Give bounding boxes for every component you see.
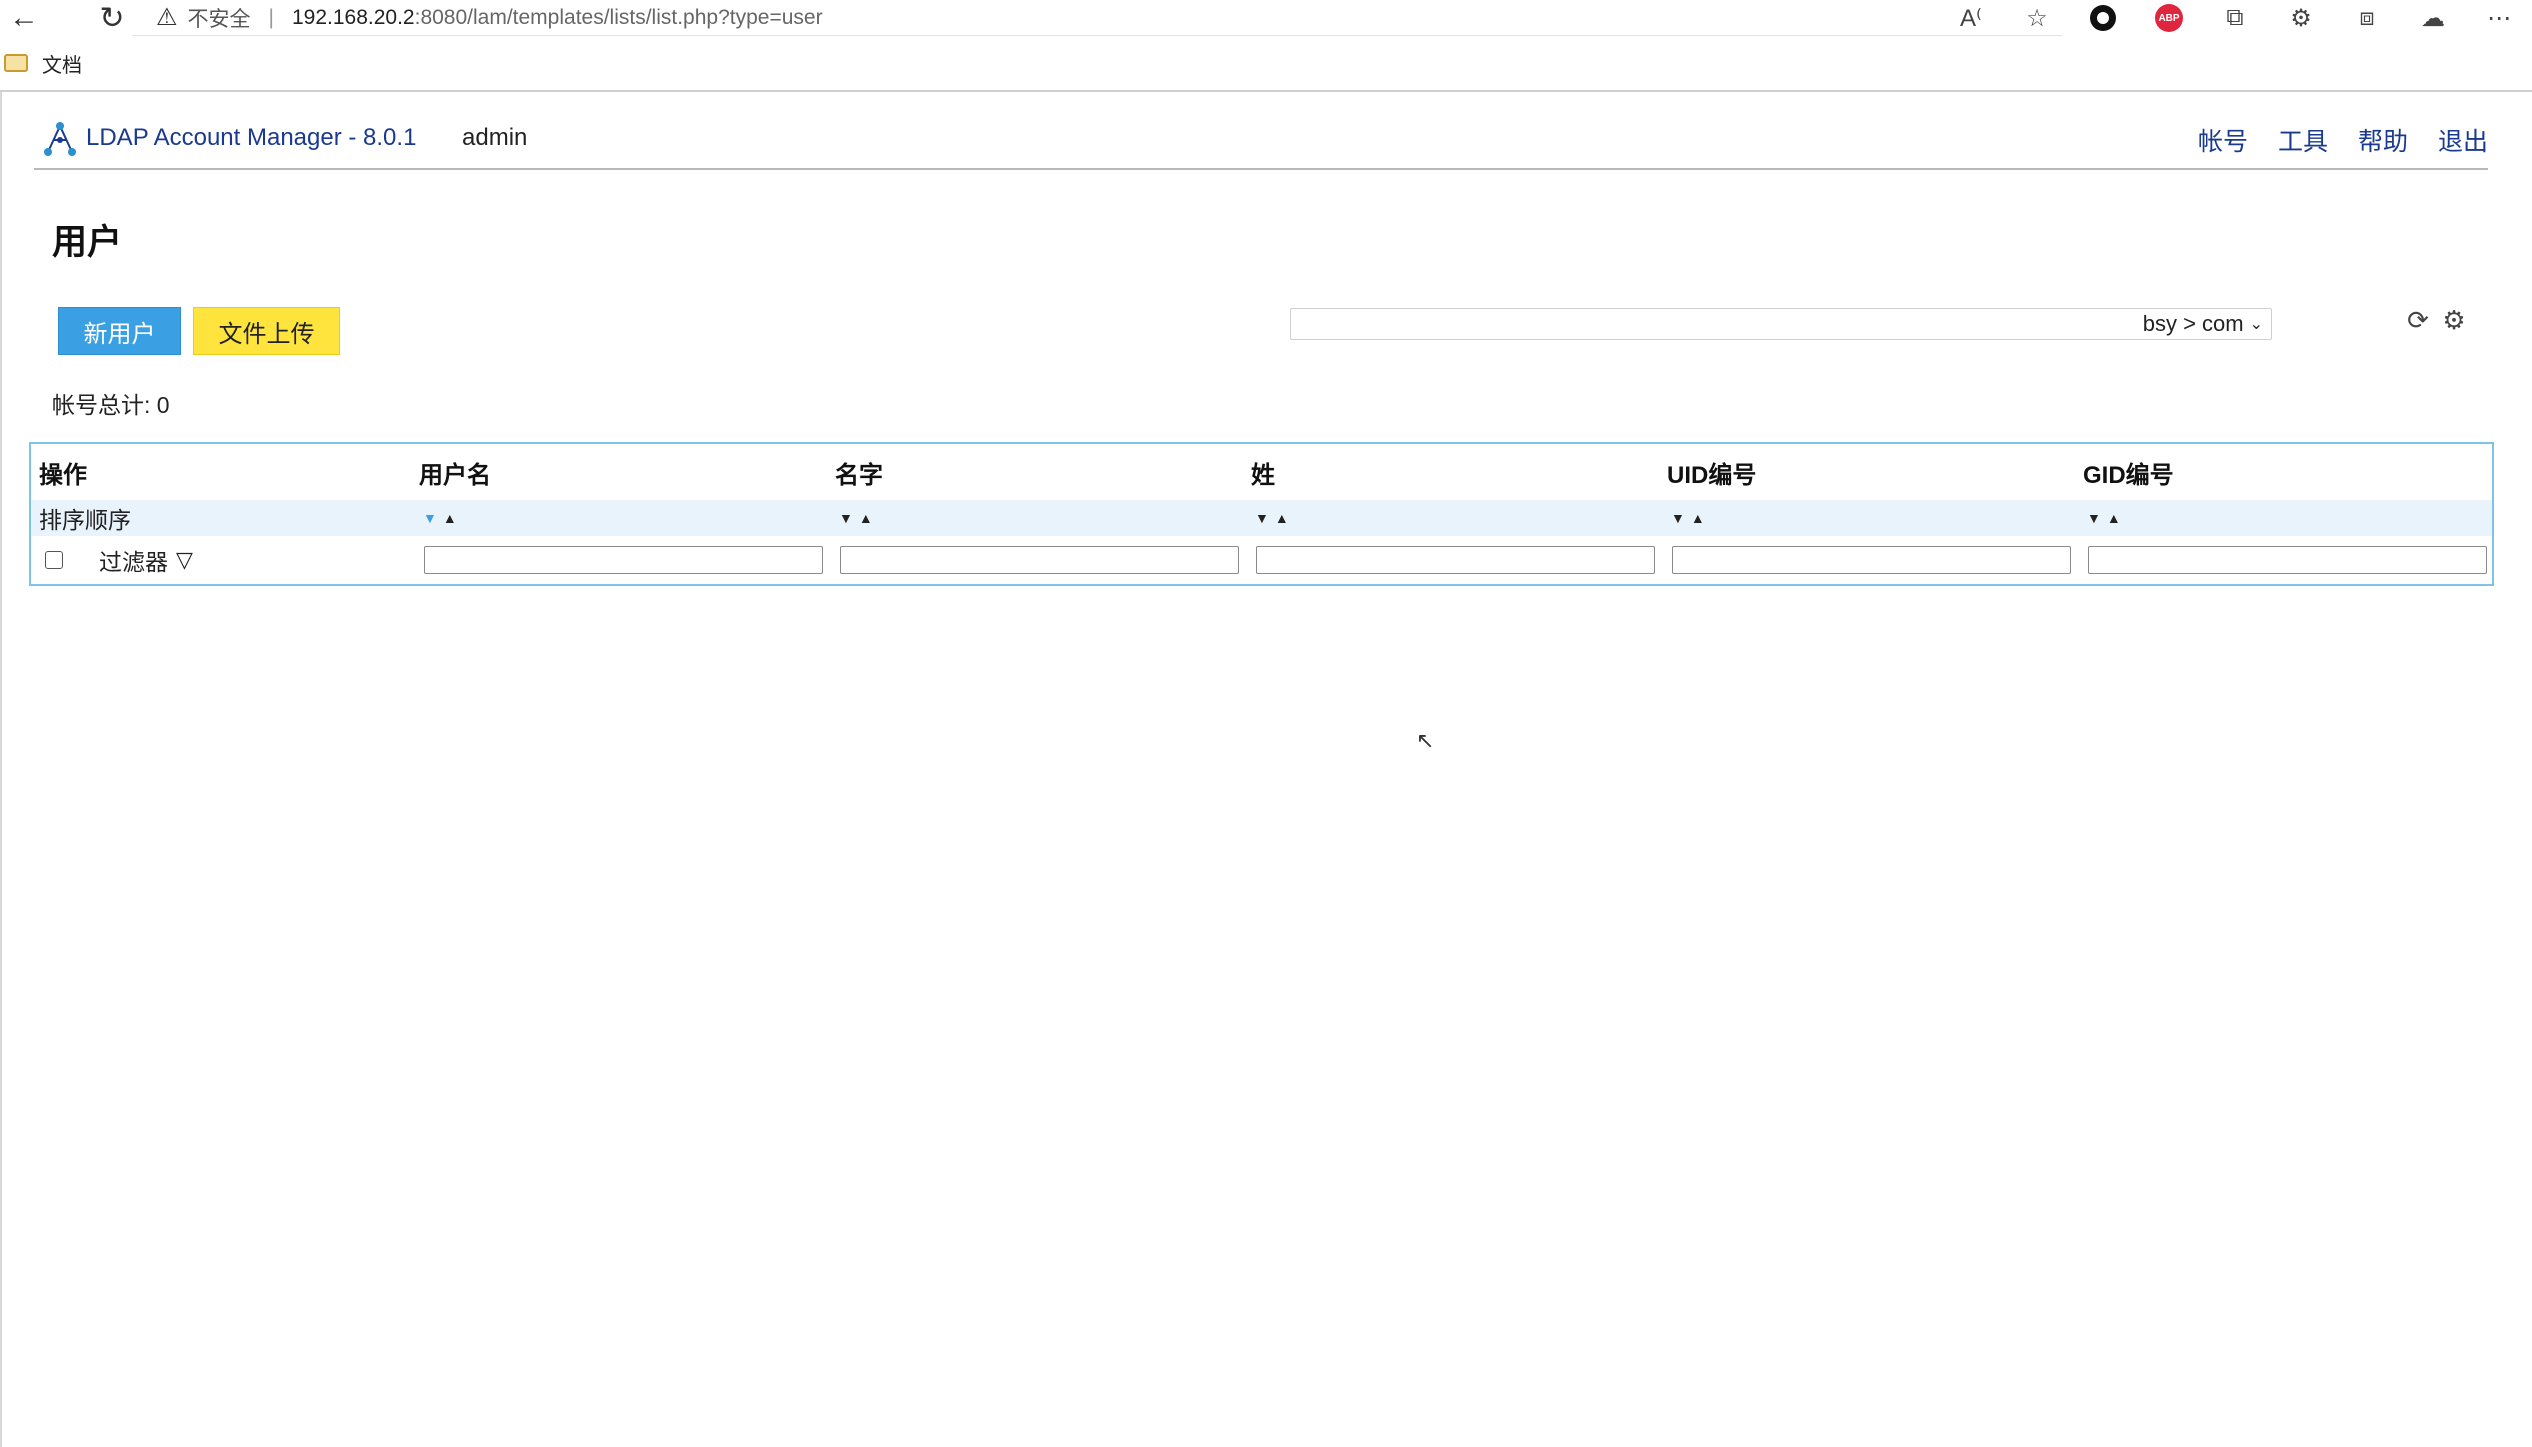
- app-header: LDAP Account Manager - 8.0.1 admin 帐号 工具…: [34, 110, 2488, 170]
- gear-icon[interactable]: ⚙: [2440, 305, 2468, 335]
- sort-down-icon[interactable]: ▼: [839, 510, 853, 526]
- address-separator: |: [268, 5, 274, 29]
- sort-up-icon[interactable]: ▲: [1691, 510, 1705, 526]
- column-header-uid[interactable]: UID编号: [1667, 444, 1756, 500]
- filter-controls: 过滤器 ▽: [45, 536, 193, 584]
- sort-arrows-givenname: ▼ ▲: [839, 500, 873, 536]
- adblock-icon[interactable]: ABP: [2136, 0, 2202, 36]
- sort-down-icon[interactable]: ▼: [1255, 510, 1269, 526]
- reload-icon[interactable]: ↻: [88, 0, 136, 36]
- extensions-puzzle-icon[interactable]: ⚙: [2268, 0, 2334, 36]
- top-menu: 帐号 工具 帮助 退出: [2198, 122, 2488, 158]
- folder-icon: [4, 54, 28, 72]
- sort-down-icon[interactable]: ▼: [423, 510, 437, 526]
- sort-arrows-surname: ▼ ▲: [1255, 500, 1289, 536]
- browser-tool-icons: A⁽ ☆ ABP ⧉ ⚙ ⧈ ☁ ⋯: [1938, 0, 2532, 36]
- suffix-value: bsy > com: [2142, 311, 2244, 336]
- collections-icon[interactable]: ⧈: [2334, 0, 2400, 36]
- address-bar[interactable]: ⚠ 不安全 | 192.168.20.2 :8080/lam/templates…: [132, 0, 2062, 36]
- select-all-checkbox[interactable]: [45, 551, 63, 569]
- column-header-actions: 操作: [39, 444, 87, 500]
- sort-label: 排序顺序: [39, 500, 131, 536]
- sort-arrows-username: ▼ ▲: [423, 500, 457, 536]
- window-edge: [0, 92, 2, 1447]
- sort-label-text: 排序顺序: [39, 507, 131, 533]
- filter-cell-username: [424, 536, 823, 584]
- filter-input-username[interactable]: [424, 546, 823, 574]
- lam-logo-icon: [44, 122, 76, 156]
- filter-input-uid[interactable]: [1672, 546, 2071, 574]
- filter-cell-givenname: [840, 536, 1239, 584]
- sort-up-icon[interactable]: ▲: [859, 510, 873, 526]
- filter-input-surname[interactable]: [1256, 546, 1655, 574]
- extension-copy-icon[interactable]: ⧉: [2202, 0, 2268, 36]
- url-host: 192.168.20.2: [291, 5, 415, 29]
- filter-cell-surname: [1256, 536, 1655, 584]
- filter-cell-gid: [2088, 536, 2487, 584]
- browser-toolbar: ← ↻ ⚠ 不安全 | 192.168.20.2 :8080/lam/templ…: [0, 0, 2532, 36]
- menu-accounts[interactable]: 帐号: [2198, 122, 2248, 158]
- filter-row: 过滤器 ▽: [31, 536, 2492, 584]
- mouse-cursor-icon: ↖: [1416, 728, 1435, 753]
- sort-arrows-gid: ▼ ▲: [2087, 500, 2121, 536]
- bookmark-folder[interactable]: 文档: [42, 49, 82, 78]
- url-path: :8080/lam/templates/lists/list.php?type=…: [414, 5, 823, 29]
- column-header-label: UID编号: [1667, 461, 1757, 489]
- column-header-label: 姓: [1251, 461, 1275, 489]
- file-upload-button[interactable]: 文件上传: [193, 307, 340, 355]
- table-header-row: 操作 用户名 名字 姓 UID编号 GID编号: [31, 444, 2492, 500]
- sort-arrows-uid: ▼ ▲: [1671, 500, 1705, 536]
- column-header-gid[interactable]: GID编号: [2083, 444, 2174, 500]
- read-aloud-icon[interactable]: A⁽: [1938, 0, 2004, 36]
- column-header-givenname[interactable]: 名字: [835, 444, 883, 500]
- column-header-surname[interactable]: 姓: [1251, 444, 1275, 500]
- logged-in-user: admin: [462, 124, 528, 151]
- refresh-icon[interactable]: ⟳: [2404, 305, 2432, 335]
- page-title: 用户: [52, 223, 123, 262]
- menu-tools[interactable]: 工具: [2278, 122, 2328, 158]
- filter-icon[interactable]: ▽: [176, 547, 193, 573]
- profile-icon[interactable]: ☁: [2400, 0, 2466, 36]
- sort-down-icon[interactable]: ▼: [2087, 510, 2101, 526]
- account-list-table: 操作 用户名 名字 姓 UID编号 GID编号 排序顺序 ▼ ▲ ▼ ▲ ▼ ▲…: [29, 442, 2494, 586]
- warning-icon: ⚠: [156, 4, 178, 31]
- filter-input-givenname[interactable]: [840, 546, 1239, 574]
- sort-down-icon[interactable]: ▼: [1671, 510, 1685, 526]
- column-header-label: 操作: [39, 461, 87, 489]
- chevron-down-icon: ⌄: [2249, 316, 2263, 333]
- column-header-label: GID编号: [2083, 461, 2174, 489]
- menu-logout[interactable]: 退出: [2438, 122, 2488, 158]
- suffix-select[interactable]: bsy > com ⌄: [1290, 308, 2272, 340]
- menu-help[interactable]: 帮助: [2358, 122, 2408, 158]
- insecure-label: 不安全: [187, 7, 251, 31]
- filter-cell-uid: [1672, 536, 2071, 584]
- sort-up-icon[interactable]: ▲: [443, 510, 457, 526]
- filter-label: 过滤器: [99, 549, 168, 575]
- account-count: 帐号总计: 0: [52, 392, 170, 418]
- column-header-username[interactable]: 用户名: [419, 444, 491, 500]
- extension-circle-icon[interactable]: [2070, 0, 2136, 36]
- column-header-label: 用户名: [419, 461, 491, 489]
- filter-input-gid[interactable]: [2088, 546, 2487, 574]
- column-header-label: 名字: [835, 461, 883, 489]
- favorite-add-icon[interactable]: ☆: [2004, 0, 2070, 36]
- back-icon[interactable]: ←: [0, 0, 48, 36]
- sort-up-icon[interactable]: ▲: [1275, 510, 1289, 526]
- bookmark-bar: 文档: [0, 36, 2532, 92]
- more-menu-icon[interactable]: ⋯: [2466, 0, 2532, 36]
- new-user-button[interactable]: 新用户: [58, 307, 181, 355]
- sort-row: 排序顺序 ▼ ▲ ▼ ▲ ▼ ▲ ▼ ▲ ▼ ▲: [31, 500, 2492, 536]
- sort-up-icon[interactable]: ▲: [2107, 510, 2121, 526]
- app-title[interactable]: LDAP Account Manager - 8.0.1: [86, 124, 416, 152]
